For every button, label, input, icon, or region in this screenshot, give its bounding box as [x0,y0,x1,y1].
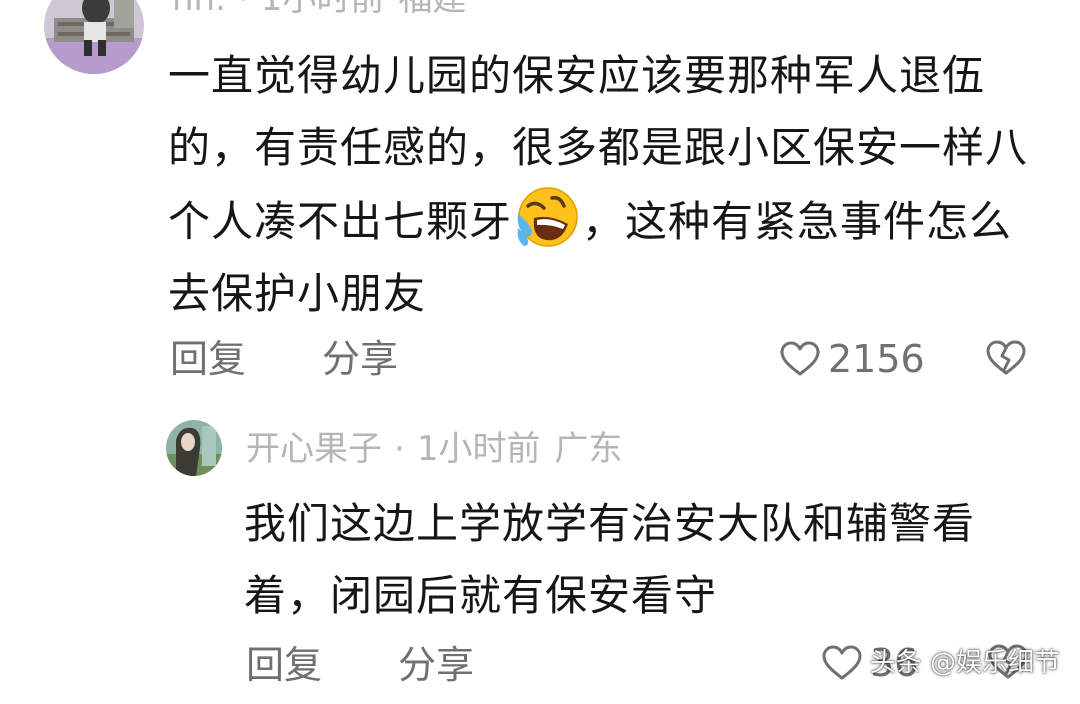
reply-button[interactable]: 回复 [170,340,246,378]
username[interactable]: nn. [172,0,226,19]
comment-text: 我们这边上学放学有治安大队和辅警看着，闭园后就有保安看守 [244,499,976,620]
broken-heart-icon [986,340,1026,375]
like-button[interactable]: 2156 [780,340,925,378]
comment-location: 广东 [554,429,623,469]
comment-text: 一直觉得幼儿园的保安应该要那种军人退伍的，有责任感的，很多都是跟小区保安一样八个… [168,40,1048,330]
like-count: 2156 [828,337,925,381]
heart-icon [780,341,820,376]
meta-separator: · [394,429,405,469]
meta-separator: · [238,0,249,19]
share-button[interactable]: 分享 [398,646,474,684]
username[interactable]: 开心果子 [246,429,382,469]
comment-meta: nn. · 1小时前福建 [172,0,466,16]
comment-meta: 开心果子 · 1小时前 广东 [246,432,622,466]
dislike-button[interactable] [986,340,1026,380]
comment-location: 福建 [398,0,466,19]
watermark: 头条 @娱乐细节 [869,648,1060,678]
reply-button[interactable]: 回复 [246,646,322,684]
rolling-on-floor-laughing-emoji-icon [514,184,580,250]
heart-icon [822,645,862,680]
comment-time: 1小时前 [416,429,541,469]
avatar[interactable] [166,420,222,476]
avatar[interactable] [44,0,144,74]
share-button[interactable]: 分享 [322,340,398,378]
comment-time: 1小时前 [261,0,385,19]
